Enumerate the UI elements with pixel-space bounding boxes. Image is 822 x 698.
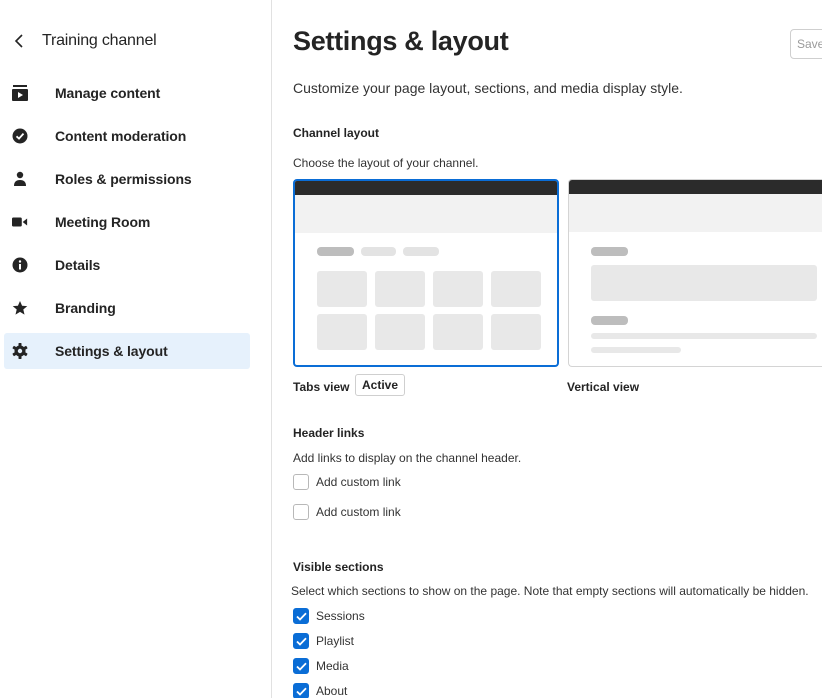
chevron-left-icon — [14, 31, 34, 51]
back-to-channel-link[interactable]: Training channel — [14, 30, 157, 52]
info-circle-icon — [12, 257, 28, 273]
sidebar-item-label: Meeting Room — [55, 214, 151, 230]
preview-tile — [375, 271, 425, 307]
video-library-icon — [12, 85, 28, 101]
checkbox-label: Add custom link — [316, 475, 401, 489]
vertical-view-label: Vertical view — [567, 380, 640, 394]
checkbox[interactable] — [293, 504, 309, 520]
sidebar-item-meeting-room[interactable]: Meeting Room — [4, 204, 250, 240]
sidebar-item-label: Manage content — [55, 85, 161, 101]
section-checkbox-sessions[interactable]: Sessions — [293, 607, 365, 625]
checkmark-icon — [295, 612, 307, 621]
sidebar-item-label: Roles & permissions — [55, 171, 192, 187]
preview-section-heading — [591, 247, 628, 256]
channel-title: Training channel — [42, 32, 157, 49]
section-checkbox-about[interactable]: About — [293, 682, 347, 698]
preview-tab — [403, 247, 439, 256]
preview-header-bar — [295, 181, 557, 195]
preview-hero — [569, 194, 822, 232]
sidebar-item-label: Details — [55, 257, 101, 273]
sidebar-nav: Manage content Content moderation Roles … — [4, 75, 250, 376]
checkmark-icon — [295, 662, 307, 671]
sidebar-item-roles-permissions[interactable]: Roles & permissions — [4, 161, 250, 197]
active-badge: Active — [355, 374, 406, 396]
checkmark-icon — [295, 637, 307, 646]
section-checkbox-media[interactable]: Media — [293, 657, 349, 675]
channel-layout-heading: Channel layout — [293, 126, 380, 140]
checkbox-label: About — [316, 684, 348, 698]
visible-sections-description: Select which sections to show on the pag… — [291, 584, 809, 598]
checkbox-label: Add custom link — [316, 505, 401, 519]
sidebar-item-content-moderation[interactable]: Content moderation — [4, 118, 250, 154]
preview-section-heading — [591, 316, 628, 325]
main-content: Settings & layout Save Customize your pa… — [291, 0, 822, 698]
tabs-view-label: Tabs view — [293, 380, 350, 394]
sidebar-item-branding[interactable]: Branding — [4, 290, 250, 326]
star-icon — [12, 300, 28, 316]
sidebar-item-manage-content[interactable]: Manage content — [4, 75, 250, 111]
sidebar-item-label: Settings & layout — [55, 343, 168, 359]
preview-tab — [361, 247, 396, 256]
custom-link-checkbox-2[interactable]: Add custom link — [293, 503, 401, 521]
sidebar: Training channel Manage content Content … — [0, 0, 272, 698]
preview-header-bar — [569, 180, 822, 194]
preview-line — [591, 347, 681, 353]
section-checkbox-playlist[interactable]: Playlist — [293, 632, 354, 650]
preview-line — [591, 333, 817, 339]
video-camera-icon — [12, 214, 28, 230]
checkbox-label: Playlist — [316, 634, 355, 648]
checkmark-icon — [295, 687, 307, 696]
sidebar-item-details[interactable]: Details — [4, 247, 250, 283]
save-button[interactable]: Save — [790, 29, 822, 59]
sidebar-item-settings-layout[interactable]: Settings & layout — [4, 333, 250, 369]
vertical-view-option[interactable] — [568, 179, 822, 367]
channel-layout-description: Choose the layout of your channel. — [293, 156, 479, 170]
check-circle-icon — [12, 128, 28, 144]
preview-tile — [433, 314, 483, 350]
visible-sections-heading: Visible sections — [293, 560, 384, 574]
checkbox[interactable] — [293, 474, 309, 490]
page-title: Settings & layout — [293, 26, 509, 56]
preview-tile — [317, 271, 367, 307]
preview-tile — [375, 314, 425, 350]
preview-hero — [295, 195, 557, 233]
header-links-heading: Header links — [293, 426, 365, 440]
preview-tile — [317, 314, 367, 350]
checkbox-checked[interactable] — [293, 608, 309, 624]
gear-icon — [12, 343, 28, 359]
checkbox-checked[interactable] — [293, 633, 309, 649]
tabs-view-option[interactable] — [293, 179, 559, 367]
preview-tile — [433, 271, 483, 307]
preview-section-block — [591, 265, 817, 301]
sidebar-item-label: Content moderation — [55, 128, 187, 144]
checkbox-label: Media — [316, 659, 349, 673]
person-icon — [12, 171, 28, 187]
page-subtitle: Customize your page layout, sections, an… — [293, 80, 683, 96]
checkbox-checked[interactable] — [293, 658, 309, 674]
checkbox-label: Sessions — [316, 609, 365, 623]
custom-link-checkbox-1[interactable]: Add custom link — [293, 473, 401, 491]
preview-tile — [491, 271, 541, 307]
preview-tile — [491, 314, 541, 350]
sidebar-item-label: Branding — [55, 300, 116, 316]
preview-tab — [317, 247, 354, 256]
checkbox-checked[interactable] — [293, 683, 309, 698]
header-links-description: Add links to display on the channel head… — [293, 451, 522, 465]
